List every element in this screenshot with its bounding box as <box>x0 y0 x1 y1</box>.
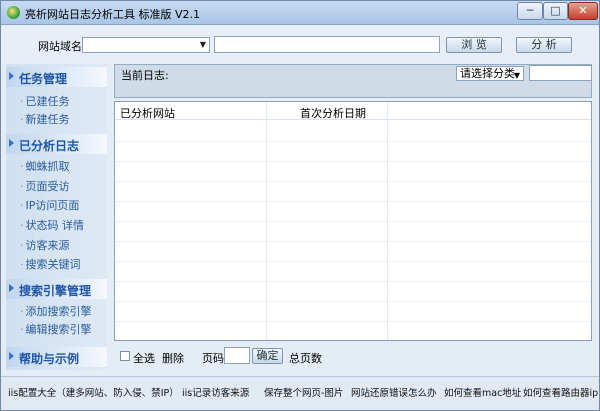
pagination-bar: 全选 删除 页码 确定 总页数 <box>114 345 592 367</box>
browse-button[interactable]: 浏 览 <box>446 37 502 53</box>
sidebar-section-label: 已分析日志 <box>19 139 80 153</box>
sidebar-section-label: 搜索引擎管理 <box>19 284 92 298</box>
sidebar-item-label: 页面受访 <box>25 180 70 193</box>
minimize-button[interactable]: ─ <box>517 2 543 20</box>
table-row[interactable] <box>115 321 591 322</box>
sidebar-item-label: 搜索关键词 <box>25 258 81 271</box>
page-number-input[interactable] <box>224 347 250 364</box>
close-button[interactable]: ✕ <box>568 2 598 20</box>
site-domain-select[interactable]: ▼ <box>82 37 210 53</box>
sidebar-section-analyzed-logs[interactable]: 已分析日志 <box>6 134 107 154</box>
table-header: 已分析网站 首次分析日期 <box>115 102 591 120</box>
confirm-page-button[interactable]: 确定 <box>252 348 283 364</box>
triangle-right-icon <box>9 352 14 360</box>
footer-link-save-webpage[interactable]: 保存整个网页-图片 <box>264 385 343 399</box>
sidebar-item-add-search-engine[interactable]: · 添加搜索引擎 <box>20 303 92 318</box>
sidebar-item-label: 蜘蛛抓取 <box>25 160 70 173</box>
category-input[interactable] <box>529 65 592 81</box>
table-row[interactable] <box>115 141 591 142</box>
delete-link[interactable]: 删除 <box>162 350 184 366</box>
table-row[interactable] <box>115 261 591 262</box>
sidebar-item-edit-search-engine[interactable]: · 编辑搜索引擎 <box>20 321 92 336</box>
sidebar-item-label: 添加搜索引擎 <box>25 305 92 318</box>
category-select-value: 请选择分类 <box>460 67 515 80</box>
triangle-right-icon <box>9 72 14 80</box>
table-row[interactable] <box>115 221 591 222</box>
current-log-panel: 当前日志: 请选择分类 ▼ <box>114 64 592 98</box>
sidebar-section-label: 任务管理 <box>19 72 68 86</box>
select-all-checkbox[interactable] <box>120 351 130 361</box>
page-number-label: 页码 <box>202 352 224 365</box>
maximize-button[interactable]: □ <box>543 2 568 20</box>
log-path-input[interactable] <box>214 36 440 53</box>
sidebar-item-page-visits[interactable]: · 页面受访 <box>20 178 70 193</box>
sidebar-item-label: IP访问页面 <box>25 199 80 212</box>
category-select[interactable]: 请选择分类 ▼ <box>456 66 524 81</box>
sidebar-section-task-management[interactable]: 任务管理 <box>6 67 107 87</box>
sidebar-item-label: 访客来源 <box>25 239 70 252</box>
sidebar-item-existing-tasks[interactable]: · 已建任务 <box>20 93 70 108</box>
footer-link-view-mac[interactable]: 如何查看mac地址 <box>444 385 521 399</box>
sidebar-item-search-keywords[interactable]: · 搜索关键词 <box>20 256 81 271</box>
site-domain-label: 网站域名: <box>38 40 86 53</box>
sidebar-item-label: 状态码 详情 <box>25 219 85 232</box>
total-pages-label: 总页数 <box>289 352 322 365</box>
toolbar: 网站域名: ▼ 浏 览 分 析 <box>1 26 599 62</box>
sidebar-item-new-task[interactable]: · 新建任务 <box>20 111 70 126</box>
select-all-label[interactable]: 全选 <box>133 350 155 366</box>
sidebar-item-label: 已建任务 <box>25 95 70 108</box>
app-logo-icon <box>7 6 20 19</box>
sidebar-section-label: 帮助与示例 <box>19 352 80 366</box>
sidebar-item-visitor-source[interactable]: · 访客来源 <box>20 237 70 252</box>
sidebar: 任务管理 · 已建任务 · 新建任务 已分析日志 · 蜘蛛抓取 · 页面受访 · IP访问… <box>6 64 107 370</box>
current-log-label: 当前日志: <box>121 69 169 82</box>
table-row[interactable] <box>115 241 591 242</box>
sidebar-section-search-engine-management[interactable]: 搜索引擎管理 <box>6 279 107 299</box>
sidebar-item-label: 编辑搜索引擎 <box>25 323 92 336</box>
table-row[interactable] <box>115 281 591 282</box>
analyze-button[interactable]: 分 析 <box>516 37 572 53</box>
column-header-first-date[interactable]: 首次分析日期 <box>300 105 366 121</box>
table-row[interactable] <box>115 301 591 302</box>
sidebar-item-status-code[interactable]: · 状态码 详情 <box>20 217 84 232</box>
footer-link-iis-visitor-source[interactable]: iis记录访客来源 <box>182 385 249 399</box>
sidebar-item-ip-visits[interactable]: · IP访问页面 <box>20 197 79 212</box>
chevron-down-icon: ▼ <box>513 71 520 80</box>
sidebar-item-spider-crawl[interactable]: · 蜘蛛抓取 <box>20 158 70 173</box>
triangle-right-icon <box>9 284 14 292</box>
footer-links: iis配置大全（建多网站、防入侵、禁IP） iis记录访客来源 保存整个网页-图… <box>1 376 599 410</box>
table-row[interactable] <box>115 181 591 182</box>
column-header-analyzed-site[interactable]: 已分析网站 <box>120 105 175 121</box>
sidebar-item-label: 新建任务 <box>25 113 70 126</box>
title-bar: 亮析网站日志分析工具 标准版 V2.1 ─ □ ✕ <box>1 1 599 25</box>
table-row[interactable] <box>115 201 591 202</box>
window-title: 亮析网站日志分析工具 标准版 V2.1 <box>25 8 201 21</box>
chevron-down-icon: ▼ <box>199 40 206 49</box>
triangle-right-icon <box>9 139 14 147</box>
footer-link-site-restore-error[interactable]: 网站还原错误怎么办 <box>351 385 437 399</box>
sidebar-section-help[interactable]: 帮助与示例 <box>6 347 107 367</box>
footer-link-iis-config[interactable]: iis配置大全（建多网站、防入侵、禁IP） <box>8 385 179 399</box>
analyzed-sites-table: 已分析网站 首次分析日期 <box>114 101 592 341</box>
footer-link-view-router-ip[interactable]: 如何查看路由器ip <box>523 385 598 399</box>
app-window: 亮析网站日志分析工具 标准版 V2.1 ─ □ ✕ 网站域名: ▼ 浏 览 分 … <box>0 0 600 411</box>
table-row[interactable] <box>115 161 591 162</box>
